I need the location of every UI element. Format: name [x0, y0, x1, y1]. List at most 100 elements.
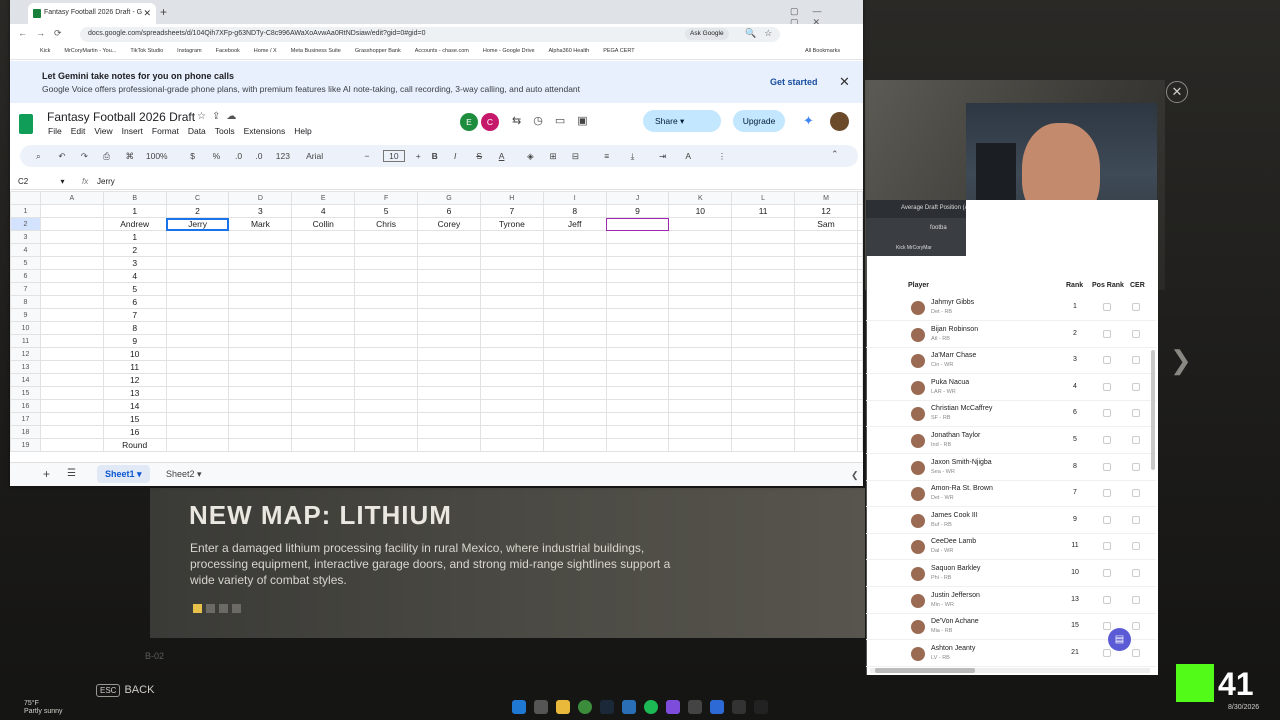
increase-decimal-icon[interactable]: .0 — [255, 151, 273, 161]
list-item[interactable]: James Cook III Buf - RB 9 — [866, 508, 1156, 534]
cell[interactable] — [857, 334, 863, 348]
cell[interactable] — [39, 230, 104, 244]
cell[interactable] — [479, 295, 544, 309]
cell[interactable] — [354, 269, 419, 283]
ask-google-button[interactable]: Ask Google — [685, 28, 729, 40]
name-box[interactable]: C2 ▾ — [18, 177, 64, 186]
cell[interactable] — [479, 308, 544, 322]
cell[interactable] — [165, 425, 230, 439]
cell[interactable] — [731, 334, 796, 348]
cell[interactable] — [417, 360, 481, 374]
cell[interactable] — [39, 256, 104, 270]
italic-icon[interactable]: I — [454, 151, 474, 161]
cell[interactable] — [794, 334, 858, 348]
column-header[interactable]: E — [291, 191, 356, 205]
lock-icon[interactable] — [1103, 382, 1111, 391]
cell[interactable] — [165, 321, 230, 335]
cell[interactable] — [731, 308, 796, 322]
menu-item-data[interactable]: Data — [188, 126, 206, 136]
cell[interactable]: 6 — [417, 204, 481, 218]
cell[interactable] — [39, 412, 104, 426]
print-icon[interactable]: ⎙ — [103, 151, 123, 162]
cell[interactable] — [794, 399, 858, 413]
cell[interactable] — [794, 438, 858, 452]
cell[interactable] — [354, 230, 419, 244]
cell[interactable] — [542, 360, 607, 374]
row-header[interactable]: 11 — [10, 334, 41, 348]
cell[interactable] — [731, 217, 796, 231]
menu-item-tools[interactable]: Tools — [215, 126, 235, 136]
cell[interactable] — [417, 386, 481, 400]
column-header[interactable] — [857, 191, 863, 205]
cell[interactable] — [857, 425, 863, 439]
search-icon[interactable] — [534, 700, 548, 714]
cell[interactable] — [857, 282, 863, 296]
tab-sheet2[interactable]: Sheet2 ▾ — [166, 469, 202, 480]
row-header[interactable]: 5 — [10, 256, 41, 270]
chrome-icon[interactable] — [578, 700, 592, 714]
chat-icon[interactable]: ▤ — [1108, 628, 1131, 651]
cell[interactable] — [794, 230, 858, 244]
cell[interactable] — [605, 321, 670, 335]
cell[interactable]: 7 — [102, 308, 167, 322]
cell[interactable] — [731, 425, 796, 439]
lock-icon[interactable] — [1132, 622, 1140, 631]
cell[interactable] — [605, 282, 670, 296]
search-menus-icon[interactable]: ⌕ — [36, 151, 56, 162]
cell[interactable] — [165, 373, 230, 387]
app2-icon[interactable] — [688, 700, 702, 714]
cell[interactable] — [794, 282, 858, 296]
cell[interactable] — [668, 438, 733, 452]
player-name[interactable]: Bijan Robinson — [931, 326, 978, 333]
obs-icon[interactable] — [732, 700, 746, 714]
history-icon[interactable]: ⇆◷▭▣ — [512, 114, 600, 127]
cell[interactable] — [228, 282, 293, 296]
cell[interactable] — [291, 399, 356, 413]
cell[interactable]: Tyrone — [479, 217, 544, 231]
cell[interactable] — [605, 243, 670, 257]
cell[interactable]: Chris — [354, 217, 419, 231]
explorer-icon[interactable] — [556, 700, 570, 714]
cell[interactable] — [605, 386, 670, 400]
cell[interactable] — [39, 308, 104, 322]
cell[interactable] — [291, 438, 356, 452]
cell[interactable]: 12 — [102, 373, 167, 387]
cell[interactable] — [165, 334, 230, 348]
cell[interactable] — [794, 321, 858, 335]
bookmark-item[interactable]: PEGA CERT — [603, 48, 634, 54]
cell[interactable]: 8 — [542, 204, 607, 218]
menu-item-view[interactable]: View — [94, 126, 112, 136]
cell[interactable]: 11 — [102, 360, 167, 374]
cell[interactable] — [479, 412, 544, 426]
formula-value[interactable]: Jerry — [97, 177, 115, 186]
cell[interactable] — [417, 282, 481, 296]
cell[interactable]: 8 — [102, 321, 167, 335]
cell[interactable] — [291, 269, 356, 283]
cell[interactable] — [228, 243, 293, 257]
player-name[interactable]: CeeDee Lamb — [931, 538, 976, 545]
player-name[interactable]: Jonathan Taylor — [931, 432, 980, 439]
cell[interactable] — [857, 412, 863, 426]
cell[interactable] — [542, 243, 607, 257]
cell[interactable] — [228, 321, 293, 335]
cell[interactable] — [542, 399, 607, 413]
column-header[interactable]: F — [354, 191, 419, 205]
cell[interactable] — [291, 295, 356, 309]
cell[interactable] — [542, 282, 607, 296]
cell[interactable] — [417, 438, 481, 452]
cer-col-header[interactable]: CER — [1130, 282, 1145, 289]
lock-icon[interactable] — [1132, 515, 1140, 524]
decrease-decimal[interactable]: .0 — [235, 151, 253, 161]
row-header[interactable]: 9 — [10, 308, 41, 322]
app-icon[interactable] — [622, 700, 636, 714]
cell[interactable] — [479, 373, 544, 387]
adp-url[interactable]: footba — [930, 225, 947, 231]
cell[interactable] — [479, 230, 544, 244]
cell[interactable] — [731, 256, 796, 270]
cell[interactable] — [39, 334, 104, 348]
lock-icon[interactable] — [1132, 356, 1140, 365]
cell[interactable] — [39, 347, 104, 361]
cell[interactable] — [228, 334, 293, 348]
cell[interactable] — [731, 295, 796, 309]
cell[interactable] — [291, 282, 356, 296]
